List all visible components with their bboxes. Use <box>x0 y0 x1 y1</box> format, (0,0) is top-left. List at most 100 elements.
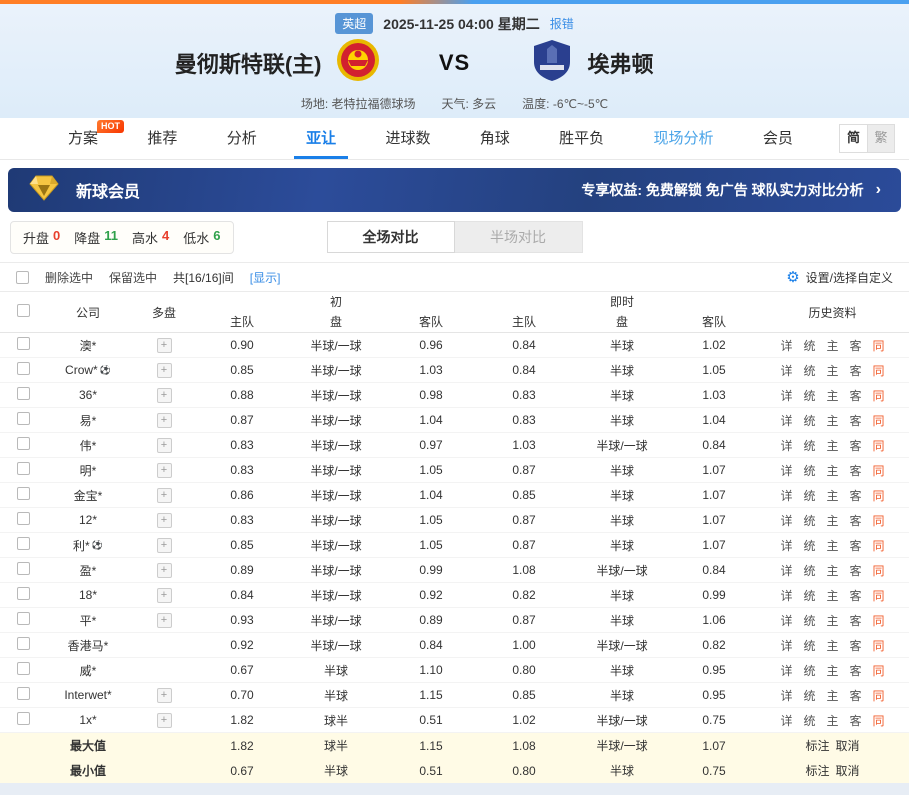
history-link-home[interactable]: 主 <box>826 437 838 454</box>
history-link-away[interactable]: 客 <box>850 562 862 579</box>
toolbar-checkbox[interactable] <box>16 271 29 284</box>
row-checkbox[interactable] <box>17 512 30 525</box>
history-link-stats[interactable]: 统 <box>803 612 815 629</box>
history-link-same[interactable]: 同 <box>873 462 885 479</box>
company-cell[interactable]: 盈* <box>46 562 130 579</box>
row-checkbox[interactable] <box>17 537 30 550</box>
history-link-away[interactable]: 客 <box>850 512 862 529</box>
expand-multi-button[interactable]: + <box>157 588 172 603</box>
expand-multi-button[interactable]: + <box>157 463 172 478</box>
league-badge[interactable]: 英超 <box>335 13 373 34</box>
history-link-detail[interactable]: 详 <box>780 562 792 579</box>
company-cell[interactable]: 利* ⚽ <box>46 537 130 554</box>
company-cell[interactable]: 36* <box>46 388 130 402</box>
history-link-home[interactable]: 主 <box>826 337 838 354</box>
expand-multi-button[interactable]: + <box>157 713 172 728</box>
history-link-home[interactable]: 主 <box>826 612 838 629</box>
company-cell[interactable]: 伟* <box>46 437 130 454</box>
keep-selected-button[interactable]: 保留选中 <box>109 269 157 286</box>
history-link-away[interactable]: 客 <box>850 387 862 404</box>
mark-button[interactable]: 标注 <box>805 762 829 779</box>
history-link-away[interactable]: 客 <box>850 337 862 354</box>
company-cell[interactable]: Interwet* <box>46 688 130 702</box>
history-link-detail[interactable]: 详 <box>780 662 792 679</box>
settings-button[interactable]: ⚙ 设置/选择自定义 <box>786 268 893 286</box>
report-error-link[interactable]: 报错 <box>550 15 574 32</box>
history-link-same[interactable]: 同 <box>873 587 885 604</box>
history-link-same[interactable]: 同 <box>873 537 885 554</box>
row-checkbox[interactable] <box>17 662 30 675</box>
history-link-detail[interactable]: 详 <box>780 612 792 629</box>
row-checkbox[interactable] <box>17 462 30 475</box>
history-link-same[interactable]: 同 <box>873 562 885 579</box>
company-cell[interactable]: 平* <box>46 612 130 629</box>
expand-multi-button[interactable]: + <box>157 688 172 703</box>
delete-selected-button[interactable]: 删除选中 <box>45 269 93 286</box>
history-link-stats[interactable]: 统 <box>803 587 815 604</box>
history-link-home[interactable]: 主 <box>826 662 838 679</box>
company-cell[interactable]: 明* <box>46 462 130 479</box>
tab-corners[interactable]: 角球 <box>476 118 514 159</box>
history-link-stats[interactable]: 统 <box>803 412 815 429</box>
history-link-same[interactable]: 同 <box>873 412 885 429</box>
history-link-detail[interactable]: 详 <box>780 412 792 429</box>
history-link-home[interactable]: 主 <box>826 587 838 604</box>
expand-multi-button[interactable]: + <box>157 413 172 428</box>
expand-multi-button[interactable]: + <box>157 363 172 378</box>
company-cell[interactable]: Crow* ⚽ <box>46 363 130 377</box>
history-link-away[interactable]: 客 <box>850 612 862 629</box>
history-link-away[interactable]: 客 <box>850 687 862 704</box>
history-link-stats[interactable]: 统 <box>803 712 815 729</box>
history-link-detail[interactable]: 详 <box>780 687 792 704</box>
cancel-button[interactable]: 取消 <box>836 762 860 779</box>
history-link-same[interactable]: 同 <box>873 387 885 404</box>
history-link-detail[interactable]: 详 <box>780 437 792 454</box>
vip-banner[interactable]: 新球会员 专享权益: 免费解锁 免广告 球队实力对比分析 › <box>8 168 901 212</box>
history-link-detail[interactable]: 详 <box>780 387 792 404</box>
history-link-home[interactable]: 主 <box>826 562 838 579</box>
history-link-detail[interactable]: 详 <box>780 637 792 654</box>
expand-multi-button[interactable]: + <box>157 538 172 553</box>
row-checkbox[interactable] <box>17 712 30 725</box>
history-link-home[interactable]: 主 <box>826 387 838 404</box>
history-link-stats[interactable]: 统 <box>803 637 815 654</box>
lang-traditional-button[interactable]: 繁 <box>867 125 894 152</box>
history-link-detail[interactable]: 详 <box>780 587 792 604</box>
history-link-stats[interactable]: 统 <box>803 537 815 554</box>
history-link-home[interactable]: 主 <box>826 462 838 479</box>
company-cell[interactable]: 1x* <box>46 713 130 727</box>
history-link-home[interactable]: 主 <box>826 712 838 729</box>
history-link-same[interactable]: 同 <box>873 662 885 679</box>
half-match-compare-button[interactable]: 半场对比 <box>455 221 583 253</box>
history-link-detail[interactable]: 详 <box>780 712 792 729</box>
history-link-stats[interactable]: 统 <box>803 337 815 354</box>
history-link-stats[interactable]: 统 <box>803 462 815 479</box>
history-link-same[interactable]: 同 <box>873 637 885 654</box>
expand-multi-button[interactable]: + <box>157 338 172 353</box>
history-link-stats[interactable]: 统 <box>803 387 815 404</box>
row-checkbox[interactable] <box>17 412 30 425</box>
expand-multi-button[interactable]: + <box>157 513 172 528</box>
history-link-home[interactable]: 主 <box>826 412 838 429</box>
select-all-checkbox[interactable] <box>17 304 30 317</box>
history-link-home[interactable]: 主 <box>826 637 838 654</box>
company-cell[interactable]: 12* <box>46 513 130 527</box>
tab-plans[interactable]: 方案 HOT <box>64 118 102 159</box>
show-link[interactable]: [显示] <box>250 269 281 286</box>
row-checkbox[interactable] <box>17 437 30 450</box>
history-link-stats[interactable]: 统 <box>803 487 815 504</box>
history-link-same[interactable]: 同 <box>873 612 885 629</box>
company-cell[interactable]: 金宝* <box>46 487 130 504</box>
tab-goals[interactable]: 进球数 <box>381 118 434 159</box>
tab-analysis[interactable]: 分析 <box>223 118 261 159</box>
history-link-away[interactable]: 客 <box>850 362 862 379</box>
row-checkbox[interactable] <box>17 612 30 625</box>
company-cell[interactable]: 澳* <box>46 337 130 354</box>
history-link-detail[interactable]: 详 <box>780 462 792 479</box>
history-link-away[interactable]: 客 <box>850 437 862 454</box>
history-link-same[interactable]: 同 <box>873 437 885 454</box>
history-link-away[interactable]: 客 <box>850 537 862 554</box>
history-link-away[interactable]: 客 <box>850 662 862 679</box>
tab-live-analysis[interactable]: 现场分析 <box>650 118 718 159</box>
row-checkbox[interactable] <box>17 362 30 375</box>
